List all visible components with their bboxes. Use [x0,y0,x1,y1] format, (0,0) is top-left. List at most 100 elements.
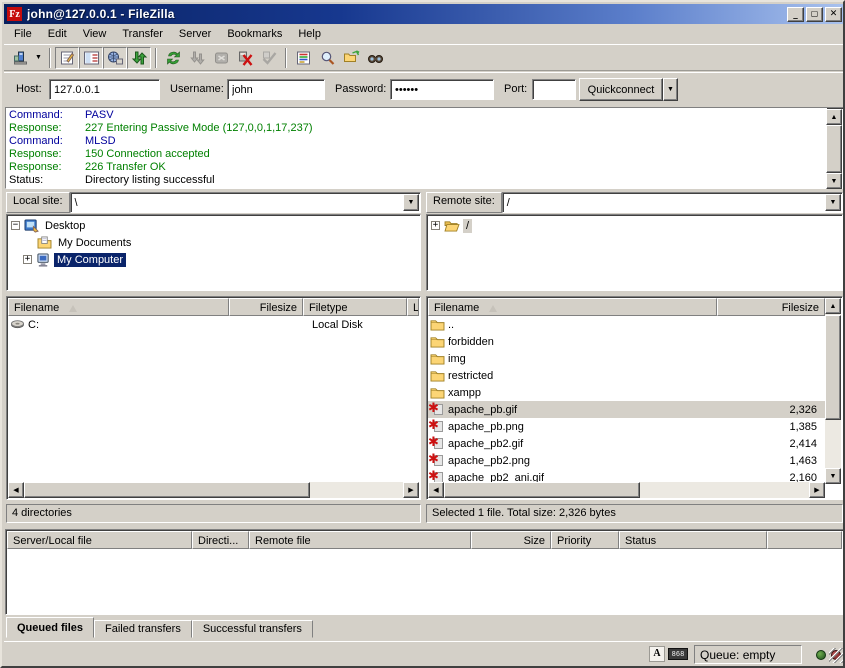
file-size: 2,326 [719,404,825,416]
column-header-remote-file[interactable]: Remote file [249,531,471,549]
combo-arrow-icon[interactable]: ▼ [825,194,841,211]
column-header-filesize[interactable]: Filesize [229,298,303,316]
remote-file-row[interactable]: ✱apache_pb2_ani.gif 2,160 [428,469,825,482]
site-manager-button[interactable] [8,47,32,69]
remote-file-row[interactable]: ✱apache_pb.png 1,385 [428,418,825,435]
tree-item-root[interactable]: + / [427,217,842,234]
remote-file-row[interactable]: forbidden [428,333,825,350]
combo-arrow-icon[interactable]: ▼ [403,194,419,211]
directory-filter-icon [295,50,312,66]
menu-transfer[interactable]: Transfer [114,26,171,42]
remote-file-row[interactable]: .. [428,316,825,333]
sort-ascending-icon [489,305,497,312]
toggle-queue-button[interactable] [127,47,151,69]
column-label: Filetype [309,302,348,314]
local-list-hscrollbar[interactable]: ◀ ▶ [8,482,419,498]
hscrollbar-thumb[interactable] [444,482,640,498]
expand-icon[interactable]: + [23,255,32,264]
hscrollbar-thumb[interactable] [24,482,310,498]
host-input[interactable] [49,79,160,100]
column-header-size[interactable]: Size [471,531,551,549]
scroll-up-icon[interactable]: ▲ [825,298,841,314]
directory-comparison-button[interactable] [339,47,363,69]
log-scrollbar-thumb[interactable] [826,125,842,173]
tree-item-my-documents[interactable]: My Documents [7,234,420,251]
local-status-bar: 4 directories [6,504,421,523]
synchronized-browsing-button[interactable] [363,47,387,69]
column-header-last-modified[interactable]: Last modified [407,298,419,316]
toggle-remote-tree-button[interactable] [103,47,127,69]
remote-file-row[interactable]: xampp [428,384,825,401]
remote-file-row[interactable]: ✱apache_pb2.png 1,463 [428,452,825,469]
minimize-button[interactable]: _ [787,7,804,22]
tree-item-desktop[interactable]: − Desktop [7,217,420,234]
log-line: Status:Directory listing successful [9,174,827,187]
close-button[interactable]: ✕ [825,7,842,22]
remote-file-row[interactable]: restricted [428,367,825,384]
password-input[interactable] [390,79,494,100]
scroll-down-icon[interactable]: ▼ [825,468,841,484]
column-header-filename[interactable]: Filename [8,298,229,316]
remote-file-row[interactable]: ✱apache_pb2.gif 2,414 [428,435,825,452]
disconnect-button[interactable] [233,47,257,69]
remote-site-combo[interactable]: / ▼ [502,192,843,213]
remote-site-path: / [507,197,510,209]
column-label: Filesize [260,302,297,314]
menu-view[interactable]: View [75,26,115,42]
expand-icon[interactable]: + [431,221,440,230]
tab-queued-files[interactable]: Queued files [6,617,94,638]
column-header-status[interactable]: Status [619,531,767,549]
reconnect-button[interactable] [257,47,281,69]
local-file-row[interactable]: C: Local Disk [8,316,419,333]
scroll-right-icon[interactable]: ▶ [403,482,419,498]
refresh-button[interactable] [161,47,185,69]
directory-filter-button[interactable] [291,47,315,69]
column-header-filesize[interactable]: Filesize [717,298,825,316]
port-input[interactable] [532,79,576,100]
tab-failed-transfers[interactable]: Failed transfers [94,620,192,638]
tree-item-my-computer[interactable]: + My Computer [7,251,420,268]
file-search-button[interactable] [315,47,339,69]
vscrollbar-thumb[interactable] [825,315,841,420]
column-header-filename[interactable]: Filename [428,298,717,316]
scroll-down-icon[interactable]: ▼ [826,173,842,189]
process-queue-button[interactable] [185,47,209,69]
maximize-button[interactable]: ▢ [806,7,823,22]
collapse-icon[interactable]: − [11,221,20,230]
menu-server[interactable]: Server [171,26,219,42]
scroll-up-icon[interactable]: ▲ [826,109,842,125]
menu-bookmarks[interactable]: Bookmarks [219,26,290,42]
quickconnect-button[interactable]: Quickconnect [579,78,663,101]
title-bar[interactable]: Fz john@127.0.0.1 - FileZilla _ ▢ ✕ [4,4,845,24]
resize-grip[interactable] [829,648,844,663]
site-manager-dropdown[interactable]: ▼ [32,47,45,69]
remote-list-vscrollbar[interactable]: ▲ ▼ [825,298,841,484]
scroll-right-icon[interactable]: ▶ [809,482,825,498]
file-name: restricted [448,370,493,382]
local-site-combo[interactable]: \ ▼ [70,192,421,213]
column-header-server-local-file[interactable]: Server/Local file [7,531,192,549]
desktop-icon [24,219,39,233]
menu-file[interactable]: File [6,26,40,42]
cancel-button[interactable] [209,47,233,69]
scroll-left-icon[interactable]: ◀ [8,482,24,498]
log-scrollbar[interactable]: ▲ ▼ [826,109,842,189]
remote-list-hscrollbar[interactable]: ◀ ▶ [428,482,825,498]
image-file-icon: ✱ [430,470,445,482]
log-line: Response:226 Transfer OK [9,161,827,174]
file-type: Local Disk [306,319,411,331]
quickconnect-dropdown[interactable]: ▼ [663,78,678,101]
column-header-filetype[interactable]: Filetype [303,298,407,316]
menu-edit[interactable]: Edit [40,26,75,42]
column-header-direction[interactable]: Directi... [192,531,249,549]
tab-successful-transfers[interactable]: Successful transfers [192,620,313,638]
menu-help[interactable]: Help [290,26,329,42]
remote-file-row-selected[interactable]: ✱apache_pb.gif 2,326 [428,401,825,418]
folder-icon [430,369,445,382]
scroll-left-icon[interactable]: ◀ [428,482,444,498]
remote-file-row[interactable]: img [428,350,825,367]
column-header-priority[interactable]: Priority [551,531,619,549]
username-input[interactable] [227,79,325,100]
toggle-message-log-button[interactable] [55,47,79,69]
toggle-local-tree-button[interactable] [79,47,103,69]
